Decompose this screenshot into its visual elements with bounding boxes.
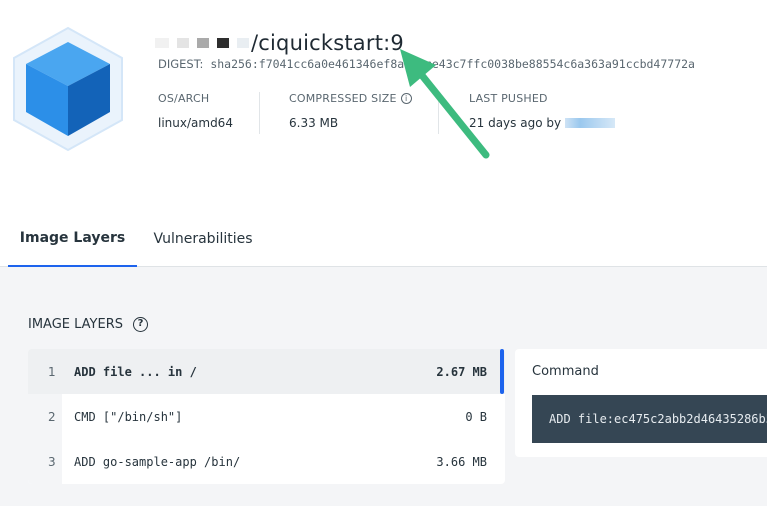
image-header: /ciquickstart:9 DIGEST: sha256:f7041cc6a… — [0, 0, 767, 210]
layer-size: 2.67 MB — [436, 364, 487, 379]
layer-number: 1 — [28, 349, 62, 394]
layer-command: CMD ["/bin/sh"] — [74, 409, 183, 424]
digest-value[interactable]: sha256:f7041cc6a0e461346ef8a4c5ce43c7ffc… — [210, 57, 695, 71]
compressed-size-label: COMPRESSED SIZE — [289, 92, 397, 105]
layer-row[interactable]: 1 ADD file ... in / 2.67 MB — [28, 349, 505, 394]
layer-size: 0 B — [465, 409, 487, 424]
selected-layer-indicator — [500, 349, 504, 394]
layer-number: 2 — [28, 394, 62, 439]
redacted-namespace — [155, 38, 169, 48]
redacted-namespace — [177, 38, 189, 48]
redacted-namespace — [197, 38, 209, 48]
info-icon[interactable]: i — [400, 93, 412, 104]
command-panel: Command ADD file:ec475c2abb2d46435286b5 — [515, 349, 767, 457]
cube-icon — [13, 26, 123, 152]
command-label: Command — [532, 364, 599, 379]
compressed-size-field: COMPRESSED SIZE i 6.33 MB — [289, 92, 412, 130]
last-pushed-label: LAST PUSHED — [469, 92, 548, 105]
tab-bar: Image Layers Vulnerabilities — [0, 210, 767, 267]
compressed-size-label-row: COMPRESSED SIZE i — [289, 92, 412, 105]
image-digest: DIGEST: sha256:f7041cc6a0e461346ef8a4c5c… — [158, 57, 695, 71]
redacted-user[interactable] — [565, 118, 616, 128]
repo-tag-name: /ciquickstart:9 — [251, 31, 404, 55]
repository-title: /ciquickstart:9 — [155, 28, 404, 58]
digest-label: DIGEST: — [158, 57, 204, 71]
os-arch-value: linux/amd64 — [158, 116, 233, 130]
divider — [259, 92, 260, 134]
tab-vulnerabilities[interactable]: Vulnerabilities — [140, 210, 266, 267]
divider — [438, 92, 439, 134]
help-icon[interactable]: ? — [133, 317, 148, 332]
last-pushed-field: LAST PUSHED 21 days ago by — [469, 92, 616, 130]
layer-row[interactable]: 3 ADD go-sample-app /bin/ 3.66 MB — [28, 439, 505, 484]
compressed-size-value: 6.33 MB — [289, 116, 339, 130]
layer-size: 3.66 MB — [436, 454, 487, 469]
layer-command: ADD file ... in / — [74, 364, 197, 379]
last-pushed-value: 21 days ago by — [469, 116, 562, 130]
last-pushed-row: 21 days ago by — [469, 116, 616, 130]
layer-command: ADD go-sample-app /bin/ — [74, 454, 241, 469]
layer-row[interactable]: 2 CMD ["/bin/sh"] 0 B — [28, 394, 505, 439]
section-title: IMAGE LAYERS ? — [28, 317, 148, 332]
redacted-namespace — [237, 38, 249, 48]
image-layers-panel: IMAGE LAYERS ? 1 ADD file ... in / 2.67 … — [0, 267, 767, 506]
tab-image-layers[interactable]: Image Layers — [8, 210, 137, 267]
command-text[interactable]: ADD file:ec475c2abb2d46435286b5 — [532, 395, 767, 443]
image-layers-heading: IMAGE LAYERS — [28, 317, 123, 332]
redacted-namespace — [217, 38, 229, 48]
os-arch-label: OS/ARCH — [158, 92, 210, 105]
layers-list: 1 ADD file ... in / 2.67 MB 2 CMD ["/bin… — [28, 349, 505, 484]
layer-number: 3 — [28, 439, 62, 484]
os-arch-field: OS/ARCH linux/amd64 — [158, 92, 233, 130]
